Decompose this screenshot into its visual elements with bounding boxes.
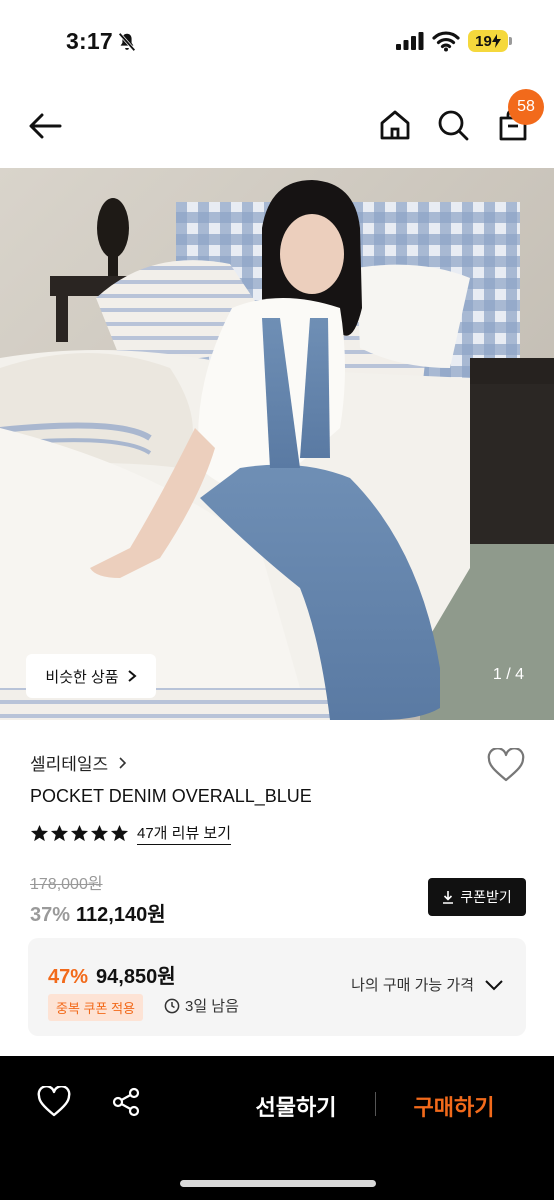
brand-link[interactable]: 셀리테일즈 <box>30 750 127 775</box>
wifi-icon <box>432 31 460 52</box>
battery-indicator: 19 <box>468 30 512 52</box>
original-price: 178,000원 <box>30 876 103 893</box>
status-bar: 3:17 19 <box>0 0 554 84</box>
share-icon[interactable] <box>110 1086 142 1118</box>
star-rating <box>30 824 129 843</box>
remaining-label: 3일 남음 <box>185 998 239 1015</box>
my-price-label: 나의 구매 가능 가격 <box>351 977 474 994</box>
discount-rate: 37% <box>30 904 71 926</box>
review-link[interactable]: 47개 리뷰 보기 <box>137 822 232 845</box>
benefit-discount: 47% <box>48 966 89 988</box>
home-icon[interactable] <box>378 108 412 142</box>
brand-name: 셀리테일즈 <box>30 755 109 774</box>
coupon-tag: 중복 쿠폰 적용 <box>48 994 143 1021</box>
cellular-signal-icon <box>396 32 424 50</box>
home-indicator <box>180 1180 376 1187</box>
clock-icon <box>164 998 180 1013</box>
my-price-toggle[interactable]: 나의 구매 가능 가격 <box>351 974 504 995</box>
star-icon <box>50 824 69 842</box>
gift-button[interactable]: 선물하기 <box>234 1090 358 1122</box>
divider <box>375 1092 376 1116</box>
back-arrow-icon[interactable] <box>26 108 66 144</box>
star-icon <box>90 824 109 842</box>
sale-price: 112,140원 <box>76 904 166 926</box>
similar-products-button[interactable]: 비슷한 상품 <box>26 654 156 698</box>
chevron-right-icon <box>119 756 127 769</box>
star-icon <box>110 824 129 842</box>
image-counter: 1 / 4 <box>492 666 524 683</box>
chevron-right-icon <box>127 670 137 682</box>
get-coupon-label: 쿠폰받기 <box>460 889 512 905</box>
product-name: POCKET DENIM OVERALL_BLUE <box>30 786 312 806</box>
get-coupon-button[interactable]: 쿠폰받기 <box>428 878 526 916</box>
similar-products-label: 비슷한 상품 <box>45 668 119 686</box>
star-icon <box>30 824 49 842</box>
bell-off-icon <box>118 32 136 52</box>
chevron-down-icon <box>485 979 503 990</box>
search-icon[interactable] <box>436 108 470 142</box>
status-time: 3:17 <box>66 28 113 54</box>
cart-count-badge: 58 <box>508 89 544 125</box>
buy-button[interactable]: 구매하기 <box>392 1090 516 1122</box>
remaining-time: 3일 남음 <box>164 995 239 1016</box>
top-nav <box>0 84 554 168</box>
benefit-price-box: 47% 94,850원 중복 쿠폰 적용 3일 남음 나의 구매 가능 가격 <box>28 938 526 1036</box>
download-icon <box>443 891 454 904</box>
wishlist-heart-icon[interactable] <box>36 1086 72 1118</box>
wishlist-heart-icon[interactable] <box>486 748 526 784</box>
rating-row: 47개 리뷰 보기 <box>30 822 232 845</box>
star-icon <box>70 824 89 842</box>
battery-level: 19 <box>475 32 492 50</box>
product-image[interactable]: 비슷한 상품 1 / 4 <box>0 168 554 720</box>
charging-bolt-icon <box>491 34 501 48</box>
benefit-price-row: 47% 94,850원 <box>48 960 176 989</box>
price-row: 37% 112,140원 <box>30 898 166 927</box>
product-photo <box>0 168 554 720</box>
benefit-price: 94,850원 <box>96 966 176 988</box>
bottom-action-bar: 선물하기 구매하기 <box>0 1056 554 1200</box>
